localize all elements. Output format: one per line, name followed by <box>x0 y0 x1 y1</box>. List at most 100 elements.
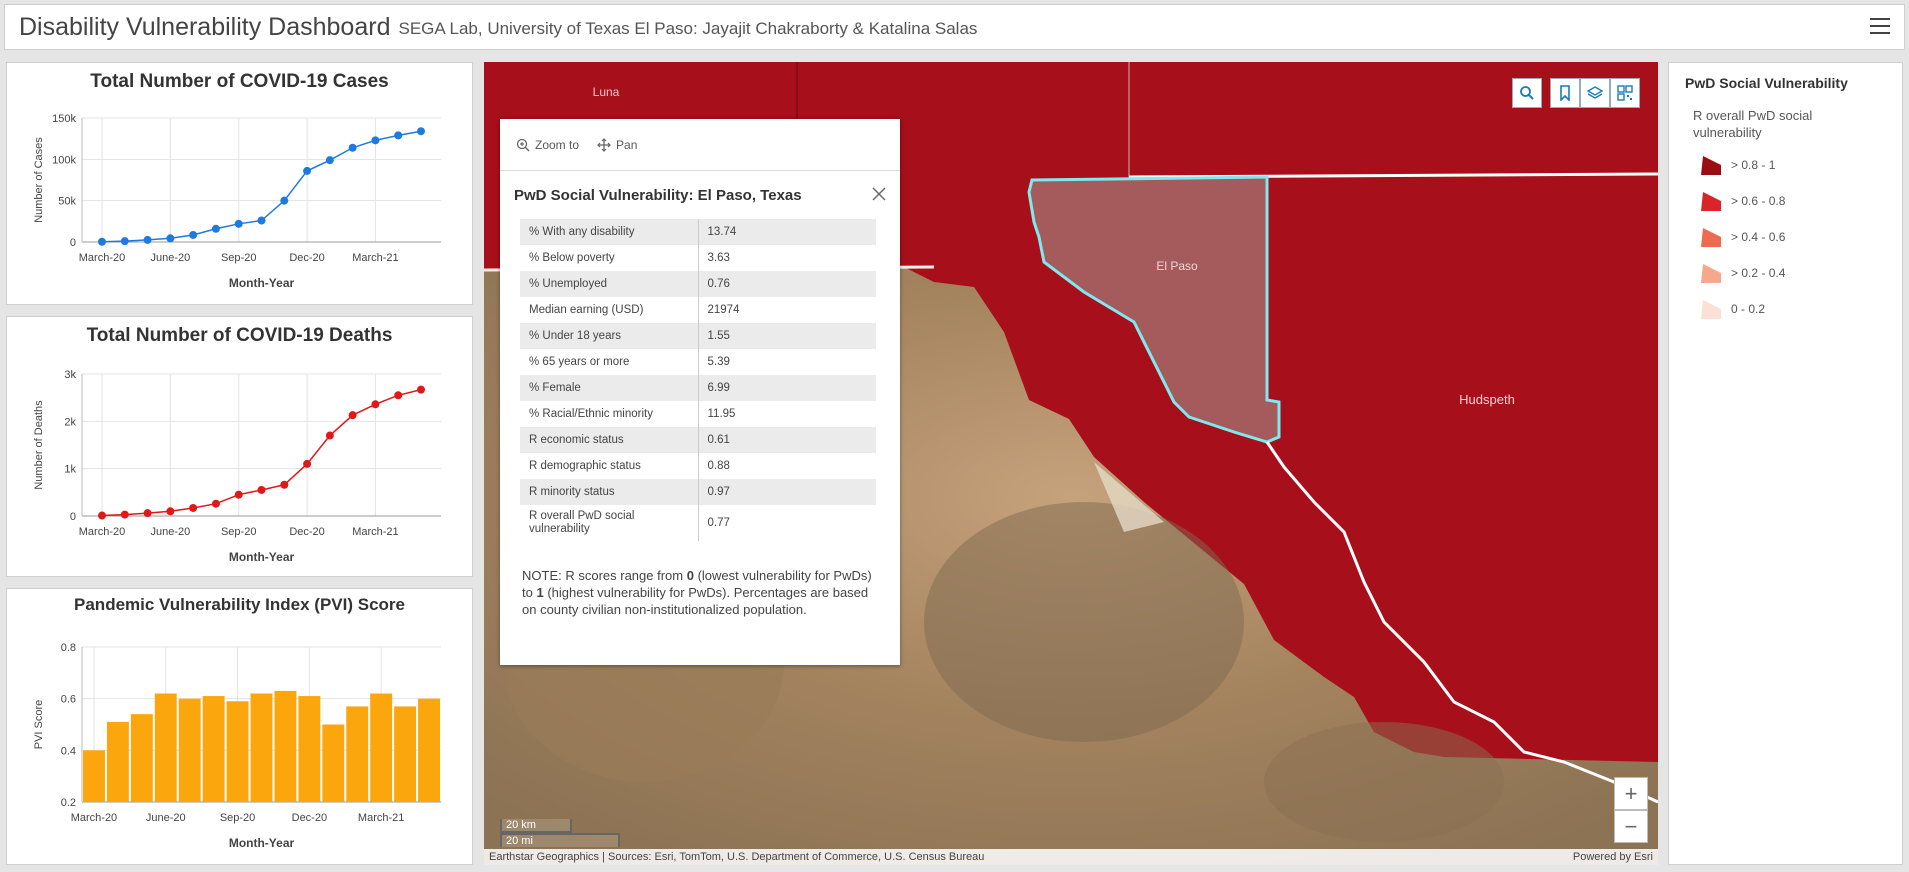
dashboard-header: Disability Vulnerability Dashboard SEGA … <box>4 4 1905 50</box>
bar <box>418 698 440 802</box>
bookmark-icon[interactable] <box>1550 78 1580 108</box>
data-point <box>211 499 220 508</box>
x-tick-label: Dec-20 <box>289 252 324 264</box>
y-tick-label: 50k <box>58 196 76 208</box>
data-point <box>120 237 129 246</box>
y-axis-label: Number of Deaths <box>33 400 45 490</box>
legend-swatch <box>1701 228 1721 247</box>
attribute-value: 0.76 <box>698 271 876 297</box>
attribute-row: % Female 6.99 <box>520 375 876 401</box>
data-point <box>325 431 334 440</box>
x-tick-label: March-21 <box>352 526 398 538</box>
attribute-key: % Racial/Ethnic minority <box>520 401 699 427</box>
map-attribution: Earthstar Geographics | Sources: Esri, T… <box>484 849 1658 865</box>
powered-by-link[interactable]: Powered by Esri <box>1573 851 1653 863</box>
legend-item: > 0.4 - 0.6 <box>1699 225 1785 249</box>
attribute-value: 13.74 <box>698 219 876 245</box>
x-tick-label: June-20 <box>150 526 190 538</box>
attribute-key: R overall PwD social vulnerability <box>520 505 699 541</box>
attribute-row: R minority status 0.97 <box>520 479 876 505</box>
attribute-value: 11.95 <box>707 408 736 420</box>
y-tick-label: 1k <box>64 464 76 476</box>
map-label-el-paso: El Paso <box>1156 259 1198 273</box>
bar <box>106 721 129 802</box>
x-tick-label: Dec-20 <box>289 526 324 538</box>
x-axis-label: Month-Year <box>229 836 295 850</box>
hamburger-menu-icon[interactable] <box>1870 18 1890 36</box>
legend-item: 0 - 0.2 <box>1699 297 1765 321</box>
attribute-key: R demographic status <box>520 453 699 479</box>
attribute-row: Median earning (USD) 21974 <box>520 297 876 323</box>
x-tick-label: March-20 <box>71 812 117 824</box>
bar <box>370 693 393 802</box>
attribute-key: Median earning (USD) <box>520 297 699 323</box>
attribute-value: 0.97 <box>698 479 876 505</box>
legend-item: > 0.8 - 1 <box>1699 153 1775 177</box>
y-tick-label: 0.4 <box>61 745 76 757</box>
deaths-chart-panel: Total Number of COVID-19 Deaths 0 1k 2k 3k M… <box>6 316 473 577</box>
y-tick-label: 3k <box>64 369 76 381</box>
zoom-to-button[interactable]: Zoom to <box>516 138 579 152</box>
data-point <box>98 511 106 520</box>
data-point <box>234 490 243 499</box>
y-tick-label: 0.2 <box>61 797 76 809</box>
y-tick-label: 150k <box>52 113 76 125</box>
legend-item-label: > 0.6 - 0.8 <box>1731 194 1786 208</box>
bar <box>322 724 345 802</box>
pan-icon <box>597 137 611 152</box>
popup-header: PwD Social Vulnerability: El Paso, Texas <box>500 171 900 219</box>
attribute-value: 0.77 <box>707 516 730 529</box>
data-point <box>189 503 198 512</box>
zoom-out-button[interactable]: − <box>1614 810 1648 843</box>
popup-title: PwD Social Vulnerability: El Paso, Texas <box>514 186 802 204</box>
legend-panel: PwD Social Vulnerability R overall PwD s… <box>1668 62 1903 865</box>
y-tick-label: 0.6 <box>61 694 76 706</box>
layers-icon[interactable] <box>1580 78 1610 108</box>
attribute-row: % Unemployed 0.76 <box>520 271 876 297</box>
attribute-row: % 65 years or more 5.39 <box>520 349 876 375</box>
data-point <box>303 459 312 468</box>
y-tick-label: 0 <box>70 237 76 249</box>
data-point <box>166 507 175 516</box>
scale-mi: 20 mi <box>500 833 620 847</box>
x-tick-label: Sep-20 <box>221 526 256 538</box>
qr-code-icon[interactable] <box>1610 78 1640 108</box>
legend-swatch <box>1701 192 1721 211</box>
pan-button[interactable]: Pan <box>597 138 637 152</box>
x-tick-label: March-21 <box>358 812 404 824</box>
data-point <box>120 510 129 519</box>
data-point <box>417 385 425 394</box>
bar <box>250 693 273 802</box>
data-point <box>280 480 289 489</box>
data-point <box>166 234 175 243</box>
legend-item-label: 0 - 0.2 <box>1731 302 1766 316</box>
zoom-in-button[interactable]: + <box>1614 777 1648 810</box>
dashboard-subtitle: SEGA Lab, University of Texas El Paso: J… <box>398 19 978 38</box>
legend-title: PwD Social Vulnerability <box>1685 75 1848 91</box>
attribute-key: R economic status <box>520 427 699 453</box>
bar <box>298 696 321 802</box>
attribute-value: 21974 <box>707 304 740 316</box>
data-point <box>257 216 266 225</box>
bar <box>226 701 249 802</box>
x-tick-label: June-20 <box>146 812 186 824</box>
bar <box>130 714 153 802</box>
x-axis-label: Month-Year <box>229 550 295 564</box>
zoom-controls: + − <box>1614 777 1648 843</box>
legend-item-label: > 0.2 - 0.4 <box>1731 266 1786 280</box>
series-line <box>101 130 422 243</box>
map-view[interactable]: Luna El Paso Hudspeth Zoom to Pan PwD So… <box>484 62 1658 865</box>
legend-swatch <box>1701 264 1721 283</box>
search-icon[interactable] <box>1512 78 1542 108</box>
data-point <box>234 219 243 228</box>
attribute-value: 0.88 <box>707 460 730 472</box>
legend-swatch <box>1701 300 1721 319</box>
pan-label: Pan <box>616 137 638 152</box>
x-tick-label: March-20 <box>79 252 125 264</box>
map-label-luna: Luna <box>593 85 620 99</box>
attribute-row: R demographic status 0.88 <box>520 453 876 479</box>
attribute-key: % Under 18 years <box>520 323 699 349</box>
feature-popup: Zoom to Pan PwD Social Vulnerability: El… <box>500 119 900 665</box>
close-icon[interactable] <box>872 187 886 201</box>
zoom-to-label: Zoom to <box>535 137 580 152</box>
